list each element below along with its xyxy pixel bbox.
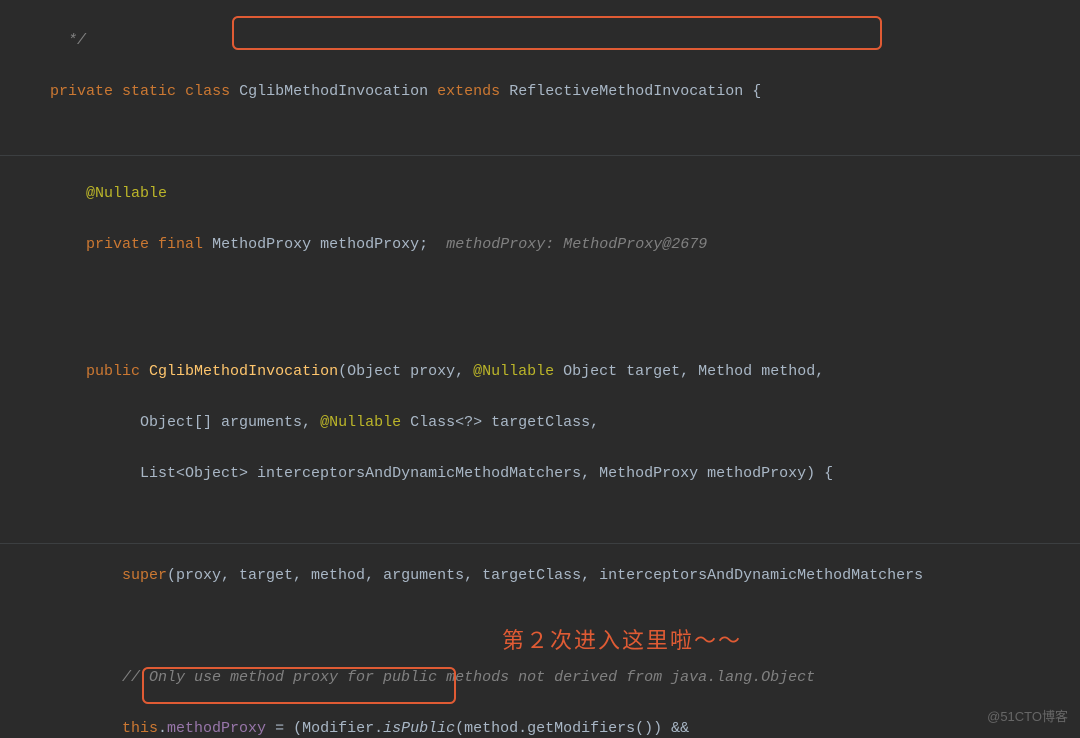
code-line: */ (0, 28, 1080, 54)
blank (0, 130, 1080, 156)
assign: this.methodProxy = (Modifier.isPublic(me… (0, 716, 1080, 738)
class-decl: private static class CglibMethodInvocati… (0, 79, 1080, 105)
ctor-args: List<Object> interceptorsAndDynamicMetho… (0, 461, 1080, 487)
watermark: @51CTO博客 (987, 706, 1068, 728)
ctor-args: Object[] arguments, @Nullable Class<?> t… (0, 410, 1080, 436)
ctor-decl: public CglibMethodInvocation(Object prox… (0, 359, 1080, 385)
super-call: super(proxy, target, method, arguments, … (0, 563, 1080, 589)
comment: // Only use method proxy for public meth… (0, 665, 1080, 691)
field-decl: private final MethodProxy methodProxy; m… (0, 232, 1080, 258)
code-editor[interactable]: */ private static class CglibMethodInvoc… (0, 0, 1080, 738)
annotation-text: 第２次进入这里啦～～ (502, 622, 742, 659)
blank (0, 512, 1080, 538)
blank (0, 308, 1080, 334)
annotation-line: @Nullable (0, 181, 1080, 207)
